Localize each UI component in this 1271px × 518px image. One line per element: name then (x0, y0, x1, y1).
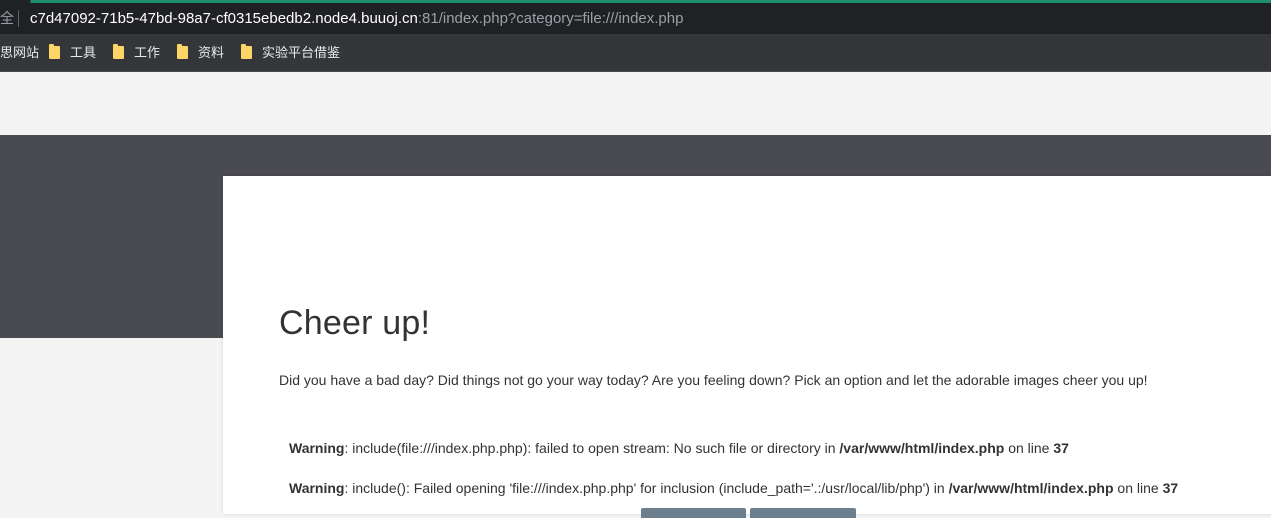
bookmark-label: 工作 (134, 45, 161, 60)
warning-message: : include(file:///index.php.php): failed… (344, 440, 840, 456)
content-card: Cheer up! Did you have a bad day? Did th… (223, 176, 1271, 518)
intro-text: Did you have a bad day? Did things not g… (279, 372, 1148, 388)
warning-line-number: 37 (1162, 480, 1179, 496)
bookmark-label: 实验平台借鉴 (262, 45, 341, 60)
folder-icon (113, 43, 124, 59)
bookmark-folder-lab[interactable]: 实验平台借鉴 (241, 34, 340, 71)
php-warning: Warning: include(file:///index.php.php):… (289, 440, 1069, 456)
warning-message: : include(): Failed opening 'file:///ind… (344, 480, 949, 496)
warning-path: /var/www/html/index.php (948, 480, 1114, 496)
warning-on-line: on line (1004, 440, 1054, 456)
url-text[interactable]: c7d47092-71b5-47bd-98a7-cf0315ebedb2.nod… (30, 3, 683, 34)
bookmark-item[interactable]: 思网站 (0, 34, 39, 71)
php-warning: Warning: include(): Failed opening 'file… (289, 480, 1178, 496)
url-host: c7d47092-71b5-47bd-98a7-cf0315ebedb2.nod… (30, 10, 418, 27)
warning-label: Warning (289, 480, 345, 496)
bookmark-folder-work[interactable]: 工作 (113, 34, 160, 71)
bookmark-label: 工具 (70, 45, 97, 60)
warning-path: /var/www/html/index.php (839, 440, 1005, 456)
bookmark-folder-materials[interactable]: 资料 (177, 34, 224, 71)
page-title: Cheer up! (279, 304, 431, 342)
bookmark-folder-tools[interactable]: 工具 (49, 34, 96, 71)
url-path: :81/index.php?category=file:///index.php (417, 10, 684, 27)
bookmarks-bar: 思网站 工具 工作 资料 实验平台借鉴 (0, 34, 1271, 72)
warning-on-line: on line (1113, 480, 1163, 496)
address-bar[interactable]: 全 c7d47092-71b5-47bd-98a7-cf0315ebedb2.n… (0, 3, 1271, 34)
bookmark-label: 思网站 (0, 45, 40, 60)
option-button[interactable] (750, 508, 856, 518)
warning-label: Warning (289, 440, 345, 456)
folder-icon (177, 43, 188, 59)
bookmark-label: 资料 (198, 45, 225, 60)
address-separator (18, 10, 19, 27)
warning-line-number: 37 (1053, 440, 1069, 456)
option-button[interactable] (641, 508, 746, 518)
security-indicator[interactable]: 全 (0, 3, 14, 34)
page-header-area (0, 72, 1271, 135)
folder-icon (241, 43, 252, 59)
folder-icon (49, 43, 60, 59)
